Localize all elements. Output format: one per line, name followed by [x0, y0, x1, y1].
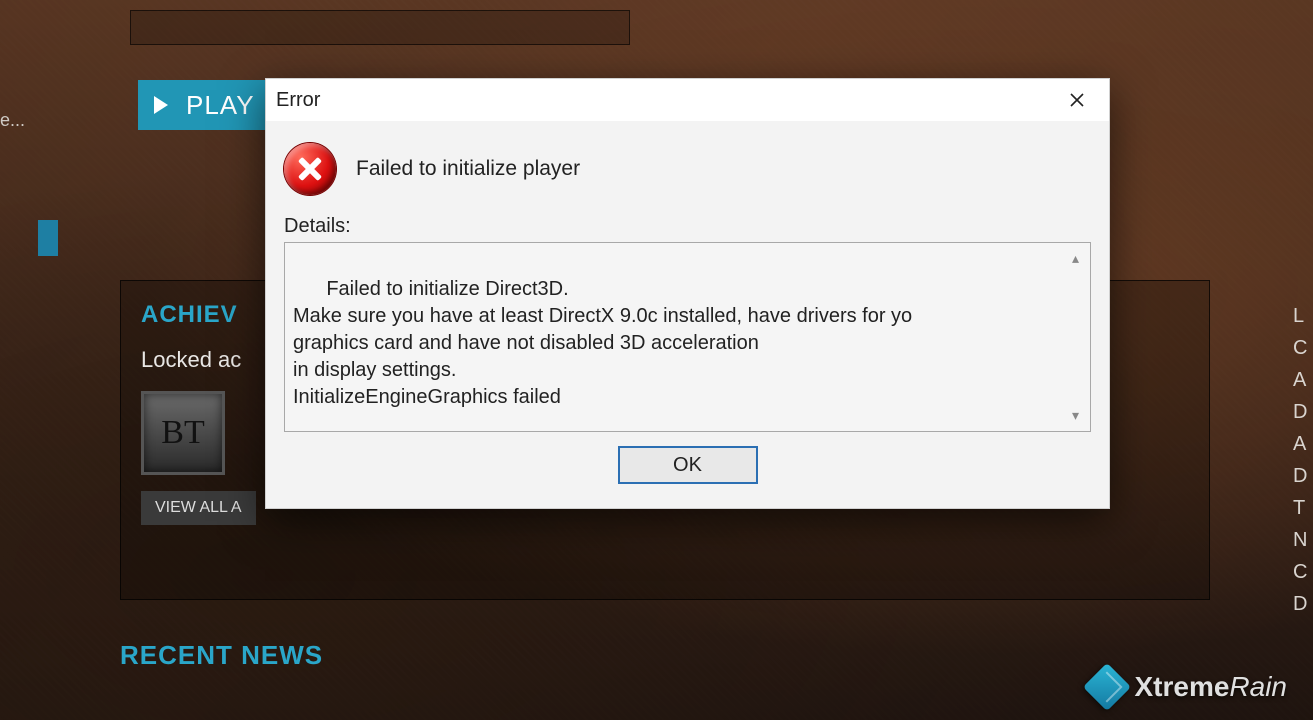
scroll-down-icon[interactable]: ▾	[1072, 406, 1086, 425]
close-button[interactable]	[1059, 84, 1095, 116]
watermark-text: XtremeRain	[1134, 671, 1287, 703]
watermark-icon	[1083, 663, 1131, 711]
details-textbox[interactable]: Failed to initialize Direct3D. Make sure…	[284, 242, 1091, 432]
recent-news-heading: RECENT NEWS	[120, 640, 323, 671]
details-text: Failed to initialize Direct3D. Make sure…	[293, 278, 912, 408]
dialog-message-row: Failed to initialize player	[284, 143, 1091, 195]
view-all-achievements-button[interactable]: VIEW ALL A	[141, 491, 256, 525]
error-dialog: Error Failed to initialize player Detail…	[265, 78, 1110, 509]
close-icon	[1069, 92, 1085, 108]
dialog-title: Error	[276, 89, 320, 112]
play-label: PLAY	[186, 90, 255, 121]
error-icon	[284, 143, 336, 195]
dialog-titlebar: Error	[266, 79, 1109, 121]
dialog-body: Failed to initialize player Details: Fai…	[266, 121, 1109, 508]
ok-button[interactable]: OK	[618, 446, 758, 484]
achievement-tile-bt[interactable]: BT	[141, 391, 225, 475]
scroll-up-icon[interactable]: ▴	[1072, 249, 1086, 268]
dialog-message: Failed to initialize player	[356, 157, 580, 181]
right-text-fragment: L C A D A D T N C D	[1289, 300, 1313, 620]
details-label: Details:	[284, 215, 1091, 238]
side-accent	[38, 220, 58, 256]
left-text-fragment: e...	[0, 110, 25, 131]
dialog-button-row: OK	[284, 432, 1091, 490]
watermark: XtremeRain	[1090, 670, 1287, 704]
play-icon	[154, 96, 168, 114]
top-panel-outline	[130, 10, 630, 45]
